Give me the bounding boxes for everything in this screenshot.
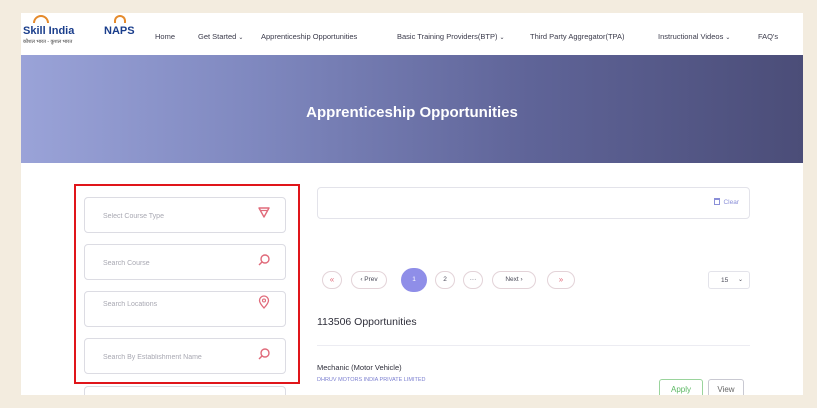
job-title[interactable]: Mechanic (Motor Vehicle) — [317, 363, 402, 372]
naps-logo-text: NAPS — [104, 25, 135, 37]
chevron-down-icon: ⌄ — [238, 35, 244, 41]
per-page-value: 15 — [721, 277, 729, 284]
chevron-down-icon: ⌄ — [725, 35, 731, 41]
search-establishment-input[interactable] — [103, 350, 253, 364]
pagination-page-1[interactable]: 1 — [401, 268, 427, 292]
skill-india-emblem-icon — [33, 15, 49, 23]
nav-get-started[interactable]: Get Started ⌄ — [198, 32, 243, 41]
pagination-first-button[interactable]: « — [322, 271, 342, 289]
trash-icon — [714, 198, 721, 205]
chevron-down-icon: ⌄ — [737, 277, 743, 283]
course-type-input[interactable] — [103, 209, 253, 223]
job-company[interactable]: DHRUV MOTORS INDIA PRIVATE LIMITED — [317, 377, 426, 383]
hero-banner: Apprenticeship Opportunities — [21, 55, 803, 163]
skill-india-logo[interactable]: Skill India कौशल भारत - कुशल भारत — [23, 15, 83, 49]
nav-instructional-videos[interactable]: Instructional Videos ⌄ — [658, 32, 730, 41]
naps-logo[interactable]: NAPS — [104, 15, 135, 47]
search-icon — [258, 348, 270, 360]
page: Skill India कौशल भारत - कुशल भारत NAPS H… — [21, 13, 803, 395]
top-navbar: Skill India कौशल भारत - कुशल भारत NAPS H… — [21, 13, 803, 55]
search-course-input[interactable] — [103, 256, 253, 270]
clear-button[interactable]: Clear — [714, 198, 739, 206]
search-establishment-field[interactable] — [84, 338, 286, 374]
nav-home[interactable]: Home — [155, 32, 175, 41]
per-page-select[interactable]: 15 ⌄ — [708, 271, 750, 289]
search-locations-field[interactable] — [84, 291, 286, 327]
pagination-page-2[interactable]: 2 — [435, 271, 455, 289]
search-course-field[interactable] — [84, 244, 286, 280]
results-count: 113506 Opportunities — [317, 316, 417, 328]
nav-basic-training-providers[interactable]: Basic Training Providers(BTP) ⌄ — [397, 32, 504, 41]
nav-faqs[interactable]: FAQ's — [758, 32, 778, 41]
pagination-last-button[interactable]: » — [547, 271, 575, 289]
page-title: Apprenticeship Opportunities — [306, 104, 518, 121]
filter-icon — [258, 207, 270, 218]
search-locations-input[interactable] — [103, 297, 253, 311]
search-icon — [258, 254, 270, 266]
divider — [317, 345, 750, 346]
selected-filters-bar: Clear — [317, 187, 750, 219]
skill-india-logo-subtext: कौशल भारत - कुशल भारत — [23, 39, 73, 45]
view-button[interactable]: View — [708, 379, 744, 395]
skill-india-logo-text: Skill India — [23, 25, 75, 37]
naps-emblem-icon — [114, 15, 126, 23]
nav-third-party-aggregator[interactable]: Third Party Aggregator(TPA) — [530, 32, 624, 41]
location-pin-icon — [258, 295, 270, 309]
pagination-ellipsis[interactable]: ··· — [463, 271, 483, 289]
nav-apprenticeship-opportunities[interactable]: Apprenticeship Opportunities — [261, 32, 357, 41]
chevron-down-icon: ⌄ — [499, 35, 505, 41]
course-type-select[interactable] — [84, 197, 286, 233]
additional-filter-field[interactable] — [84, 386, 286, 395]
apply-button[interactable]: Apply — [659, 379, 703, 395]
pagination-prev-button[interactable]: ‹ Prev — [351, 271, 387, 289]
pagination-next-button[interactable]: Next › — [492, 271, 536, 289]
